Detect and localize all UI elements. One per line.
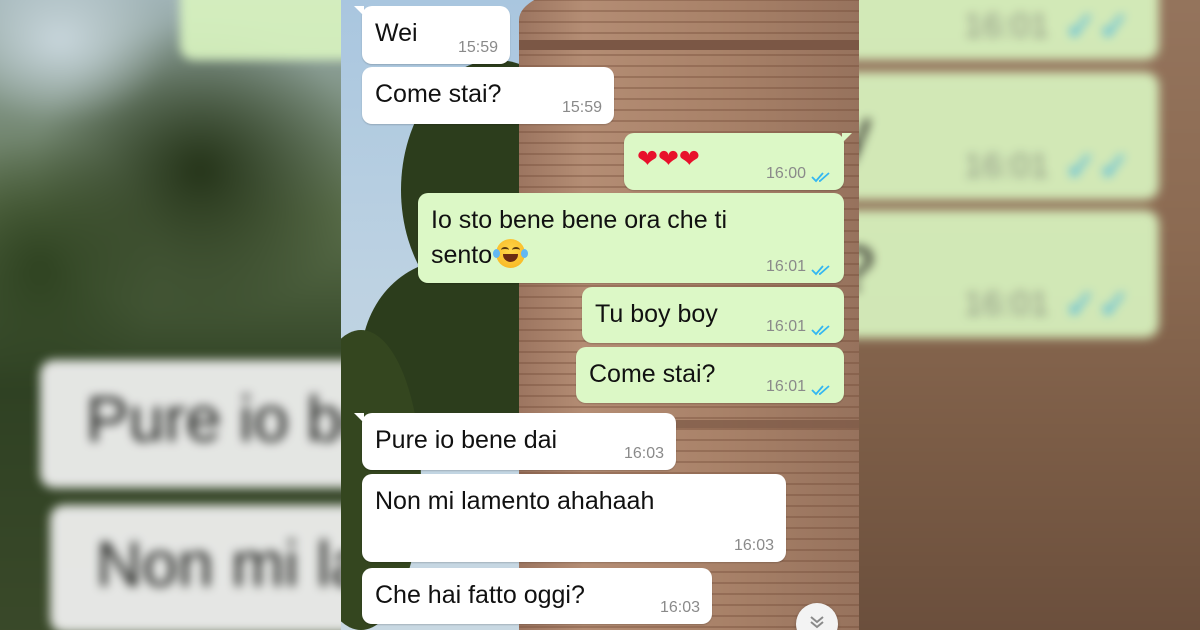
blurred-chat-right: 16:01 ✓✓ y 16:01 ✓✓ ? 16:01 ✓✓ — [859, 0, 1200, 630]
blurred-bubble-text: y — [859, 94, 871, 168]
blurred-bubble-text: Pure io be — [86, 383, 341, 455]
read-ticks-icon — [811, 325, 830, 336]
read-ticks-icon — [811, 385, 830, 396]
blurred-bubble-time: 16:01 — [963, 285, 1049, 323]
message-bubble-incoming[interactable]: Pure io bene dai 16:03 — [354, 413, 676, 470]
message-text: Non mi lamento ahahaah — [375, 487, 655, 515]
blurred-bubble — [180, 0, 341, 60]
face-with-tears-of-joy-icon — [493, 239, 529, 268]
blurred-read-ticks-icon: ✓✓ — [1063, 5, 1131, 49]
message-text: Tu boy boy — [595, 300, 718, 328]
blurred-chat-left: Pure io be Non mi la — [0, 0, 341, 630]
message-time: 15:59 — [457, 39, 498, 56]
chat-screen: Wei 15:59 Come stai? 15:59 ❤❤❤ 16:00 Io … — [341, 0, 859, 630]
bubble-tail — [354, 6, 364, 16]
message-time: 16:01 — [765, 378, 806, 395]
blurred-background-left: Pure io be Non mi la — [0, 0, 341, 630]
blurred-bubble: Non mi la — [50, 505, 341, 630]
message-text: Che hai fatto oggi? — [375, 581, 585, 609]
message-text: Come stai? — [589, 360, 716, 388]
message-bubble-incoming[interactable]: Wei 15:59 — [354, 6, 510, 64]
message-text: Wei — [375, 19, 418, 47]
message-text: Io sto bene bene ora che ti sento — [431, 206, 728, 269]
blurred-bubble-text: Non mi la — [96, 528, 341, 600]
message-bubble-outgoing[interactable]: ❤❤❤ 16:00 — [624, 133, 852, 190]
message-time: 16:01 — [765, 258, 806, 275]
read-ticks-icon — [811, 172, 830, 183]
blurred-read-ticks-icon: ✓✓ — [1063, 145, 1131, 189]
message-bubble-incoming[interactable]: Come stai? 15:59 — [362, 67, 614, 124]
read-ticks-icon — [811, 265, 830, 276]
message-time: 16:00 — [765, 165, 806, 182]
blurred-read-ticks-icon: ✓✓ — [1063, 283, 1131, 327]
message-bubble-incoming[interactable]: Che hai fatto oggi? 16:03 — [362, 568, 712, 624]
message-bubble-outgoing[interactable]: Io sto bene bene ora che ti sento 16:01 — [418, 193, 844, 283]
blurred-bubble-text: ? — [859, 232, 875, 306]
chevron-double-down-icon — [810, 616, 824, 629]
message-time: 16:03 — [733, 537, 774, 554]
message-text: ❤❤❤ — [637, 145, 700, 173]
message-text: Pure io bene dai — [375, 426, 558, 454]
blurred-bubble: y 16:01 ✓✓ — [859, 72, 1159, 200]
message-time: 15:59 — [561, 99, 602, 116]
message-bubble-incoming[interactable]: Non mi lamento ahahaah 16:03 — [362, 474, 786, 562]
message-time: 16:03 — [623, 445, 664, 462]
message-time: 16:01 — [765, 318, 806, 335]
wallpaper-tower-band — [519, 40, 859, 50]
bubble-tail — [354, 413, 364, 423]
bubble-tail — [842, 133, 852, 143]
message-text-wrap: Io sto bene bene ora che ti sento — [431, 203, 727, 273]
message-time: 16:03 — [659, 599, 700, 616]
message-bubble-outgoing[interactable]: Tu boy boy 16:01 — [582, 287, 844, 343]
blurred-bubble: Pure io be — [40, 360, 341, 488]
blurred-background-right: 16:01 ✓✓ y 16:01 ✓✓ ? 16:01 ✓✓ — [859, 0, 1200, 630]
blurred-bubble: 16:01 ✓✓ — [859, 0, 1159, 60]
message-text: Come stai? — [375, 80, 502, 108]
blurred-bubble-time: 16:01 — [963, 147, 1049, 185]
message-bubble-outgoing[interactable]: Come stai? 16:01 — [576, 347, 844, 403]
blurred-bubble-time: 16:01 — [963, 7, 1049, 45]
blurred-bubble: ? 16:01 ✓✓ — [859, 210, 1159, 338]
